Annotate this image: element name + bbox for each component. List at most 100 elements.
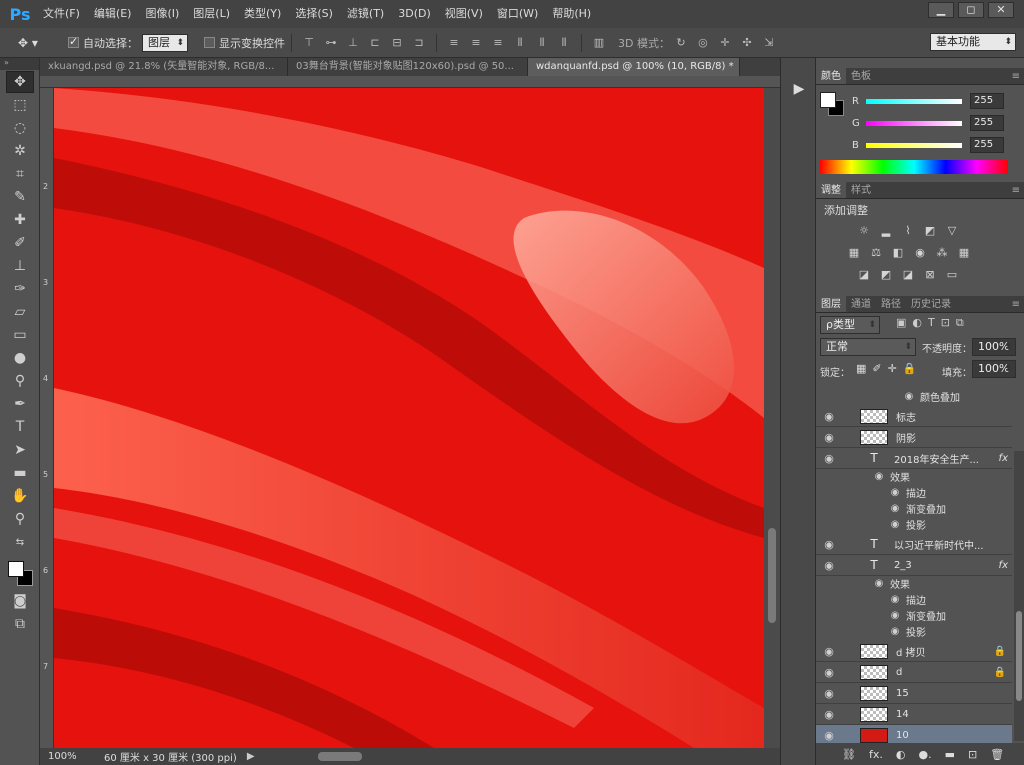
lasso-tool-icon[interactable]: ◌ (6, 117, 34, 139)
eraser-tool-icon[interactable]: ▱ (6, 301, 34, 323)
eye-icon[interactable]: ◉ (888, 487, 902, 498)
layer-row[interactable]: ◉ T 2018年安全生产... fx (816, 448, 1012, 469)
panel-menu-icon[interactable]: ≡ (1012, 68, 1020, 85)
menu-type[interactable]: 类型(Y) (237, 0, 288, 28)
tab-swatches[interactable]: 色板 (846, 68, 876, 84)
eye-icon[interactable]: ◉ (816, 729, 842, 742)
workspace-dropdown[interactable]: 基本功能 (930, 33, 1016, 51)
red-input[interactable]: 255 (970, 93, 1004, 109)
effect-color-overlay[interactable]: ◉ 颜色叠加 (902, 388, 960, 404)
effect-stroke[interactable]: ◉ 描边 (888, 484, 926, 500)
black-white-icon[interactable]: ◧ (890, 246, 906, 260)
3d-pan-icon[interactable]: ✛ (718, 36, 732, 50)
eye-icon[interactable]: ◉ (816, 452, 842, 465)
swap-colors-icon[interactable]: ⇆ (6, 531, 34, 553)
eye-icon[interactable]: ◉ (888, 594, 902, 605)
eye-icon[interactable]: ◉ (888, 519, 902, 530)
3d-roll-icon[interactable]: ◎ (696, 36, 710, 50)
effect-drop-shadow[interactable]: ◉ 投影 (888, 623, 926, 639)
dodge-tool-icon[interactable]: ⚲ (6, 370, 34, 392)
healing-brush-tool-icon[interactable]: ✚ (6, 209, 34, 231)
shape-tool-icon[interactable]: ▬ (6, 462, 34, 484)
type-tool-icon[interactable]: T (6, 416, 34, 438)
menu-help[interactable]: 帮助(H) (545, 0, 598, 28)
vertical-scrollbar-thumb[interactable] (768, 528, 776, 623)
curves-icon[interactable]: ⌇ (900, 224, 916, 238)
levels-icon[interactable]: ▂ (878, 224, 894, 238)
effect-gradient-overlay[interactable]: ◉ 渐变叠加 (888, 500, 946, 516)
tab-history[interactable]: 历史记录 (906, 296, 956, 312)
distribute-left-icon[interactable]: ⦀ (513, 36, 527, 50)
menu-image[interactable]: 图像(I) (138, 0, 186, 28)
distribute-right-icon[interactable]: ⦀ (557, 36, 571, 50)
horizontal-scrollbar-thumb[interactable] (318, 752, 362, 761)
eye-icon[interactable]: ◉ (816, 645, 842, 658)
foreground-color[interactable] (8, 561, 24, 577)
clone-stamp-tool-icon[interactable]: ⊥ (6, 255, 34, 277)
menu-filter[interactable]: 滤镜(T) (340, 0, 391, 28)
color-balance-icon[interactable]: ⚖ (868, 246, 884, 260)
eye-icon[interactable]: ◉ (816, 431, 842, 444)
eye-icon[interactable]: ◉ (816, 708, 842, 721)
layer-row[interactable]: ◉ 阴影 (816, 427, 1012, 448)
effect-stroke[interactable]: ◉ 描边 (888, 591, 926, 607)
show-transform-checkbox[interactable] (204, 37, 215, 48)
auto-select-checkbox[interactable] (68, 35, 79, 48)
red-slider[interactable] (866, 98, 962, 104)
lock-icons[interactable]: ▦✐✛🔒 (856, 362, 923, 375)
path-selection-tool-icon[interactable]: ➤ (6, 439, 34, 461)
status-menu-icon[interactable]: ▶ (247, 751, 255, 762)
history-brush-tool-icon[interactable]: ✑ (6, 278, 34, 300)
color-swatch[interactable] (6, 559, 36, 589)
layers-scrollbar-thumb[interactable] (1016, 611, 1022, 701)
layer-row[interactable]: ◉ d 拷贝 🔒 (816, 641, 1012, 662)
eye-icon[interactable]: ◉ (816, 410, 842, 423)
channel-mixer-icon[interactable]: ⁂ (934, 246, 950, 260)
fill-input[interactable]: 100% (972, 360, 1016, 378)
toolbox-grip[interactable]: » (0, 58, 39, 70)
panel-menu-icon[interactable]: ≡ (1012, 296, 1020, 313)
menu-view[interactable]: 视图(V) (438, 0, 490, 28)
align-bottom-icon[interactable]: ⊥ (346, 36, 360, 50)
brightness-icon[interactable]: ☼ (856, 224, 872, 238)
screen-mode-icon[interactable]: ⧉ (6, 613, 34, 635)
selective-color-icon[interactable]: ⊠ (922, 268, 938, 282)
tab-paths[interactable]: 路径 (876, 296, 906, 312)
color-spectrum[interactable] (820, 160, 1008, 174)
eye-icon[interactable]: ◉ (888, 503, 902, 514)
brush-tool-icon[interactable]: ✐ (6, 232, 34, 254)
actions-play-icon[interactable]: ▶ (790, 80, 808, 98)
3d-slide-icon[interactable]: ✣ (740, 36, 754, 50)
distribute-top-icon[interactable]: ≡ (447, 36, 461, 50)
distribute-hcenter-icon[interactable]: ⦀ (535, 36, 549, 50)
panel-foreground-color[interactable] (820, 92, 836, 108)
menu-layer[interactable]: 图层(L) (186, 0, 237, 28)
distribute-vcenter-icon[interactable]: ≡ (469, 36, 483, 50)
eye-icon[interactable]: ◉ (888, 626, 902, 637)
menu-select[interactable]: 选择(S) (288, 0, 340, 28)
effects-group[interactable]: ◉ 效果 (872, 575, 910, 591)
zoom-tool-icon[interactable]: ⚲ (6, 508, 34, 530)
gradient-tool-icon[interactable]: ▭ (6, 324, 34, 346)
vibrance-icon[interactable]: ▽ (944, 224, 960, 238)
green-slider[interactable] (866, 120, 962, 126)
exposure-icon[interactable]: ◩ (922, 224, 938, 238)
link-layers-icon[interactable]: ⛓ (842, 748, 856, 761)
layers-scrollbar[interactable] (1014, 451, 1024, 741)
effect-gradient-overlay[interactable]: ◉ 渐变叠加 (888, 607, 946, 623)
add-layer-style-icon[interactable]: fx. (869, 748, 883, 761)
new-adjustment-layer-icon[interactable]: ●. (918, 748, 931, 761)
eye-icon[interactable]: ◉ (902, 391, 916, 402)
threshold-icon[interactable]: ◪ (900, 268, 916, 282)
color-lookup-icon[interactable]: ▦ (956, 246, 972, 260)
align-right-icon[interactable]: ⊐ (412, 36, 426, 50)
eye-icon[interactable]: ◉ (816, 666, 842, 679)
menu-window[interactable]: 窗口(W) (490, 0, 545, 28)
add-mask-icon[interactable]: ◐ (896, 748, 906, 761)
tab-adjustments[interactable]: 调整 (816, 182, 846, 198)
quick-mask-icon[interactable]: ◙ (6, 590, 34, 612)
green-input[interactable]: 255 (970, 115, 1004, 131)
photo-filter-icon[interactable]: ◉ (912, 246, 928, 260)
eyedropper-tool-icon[interactable]: ✎ (6, 186, 34, 208)
blur-tool-icon[interactable]: ● (6, 347, 34, 369)
